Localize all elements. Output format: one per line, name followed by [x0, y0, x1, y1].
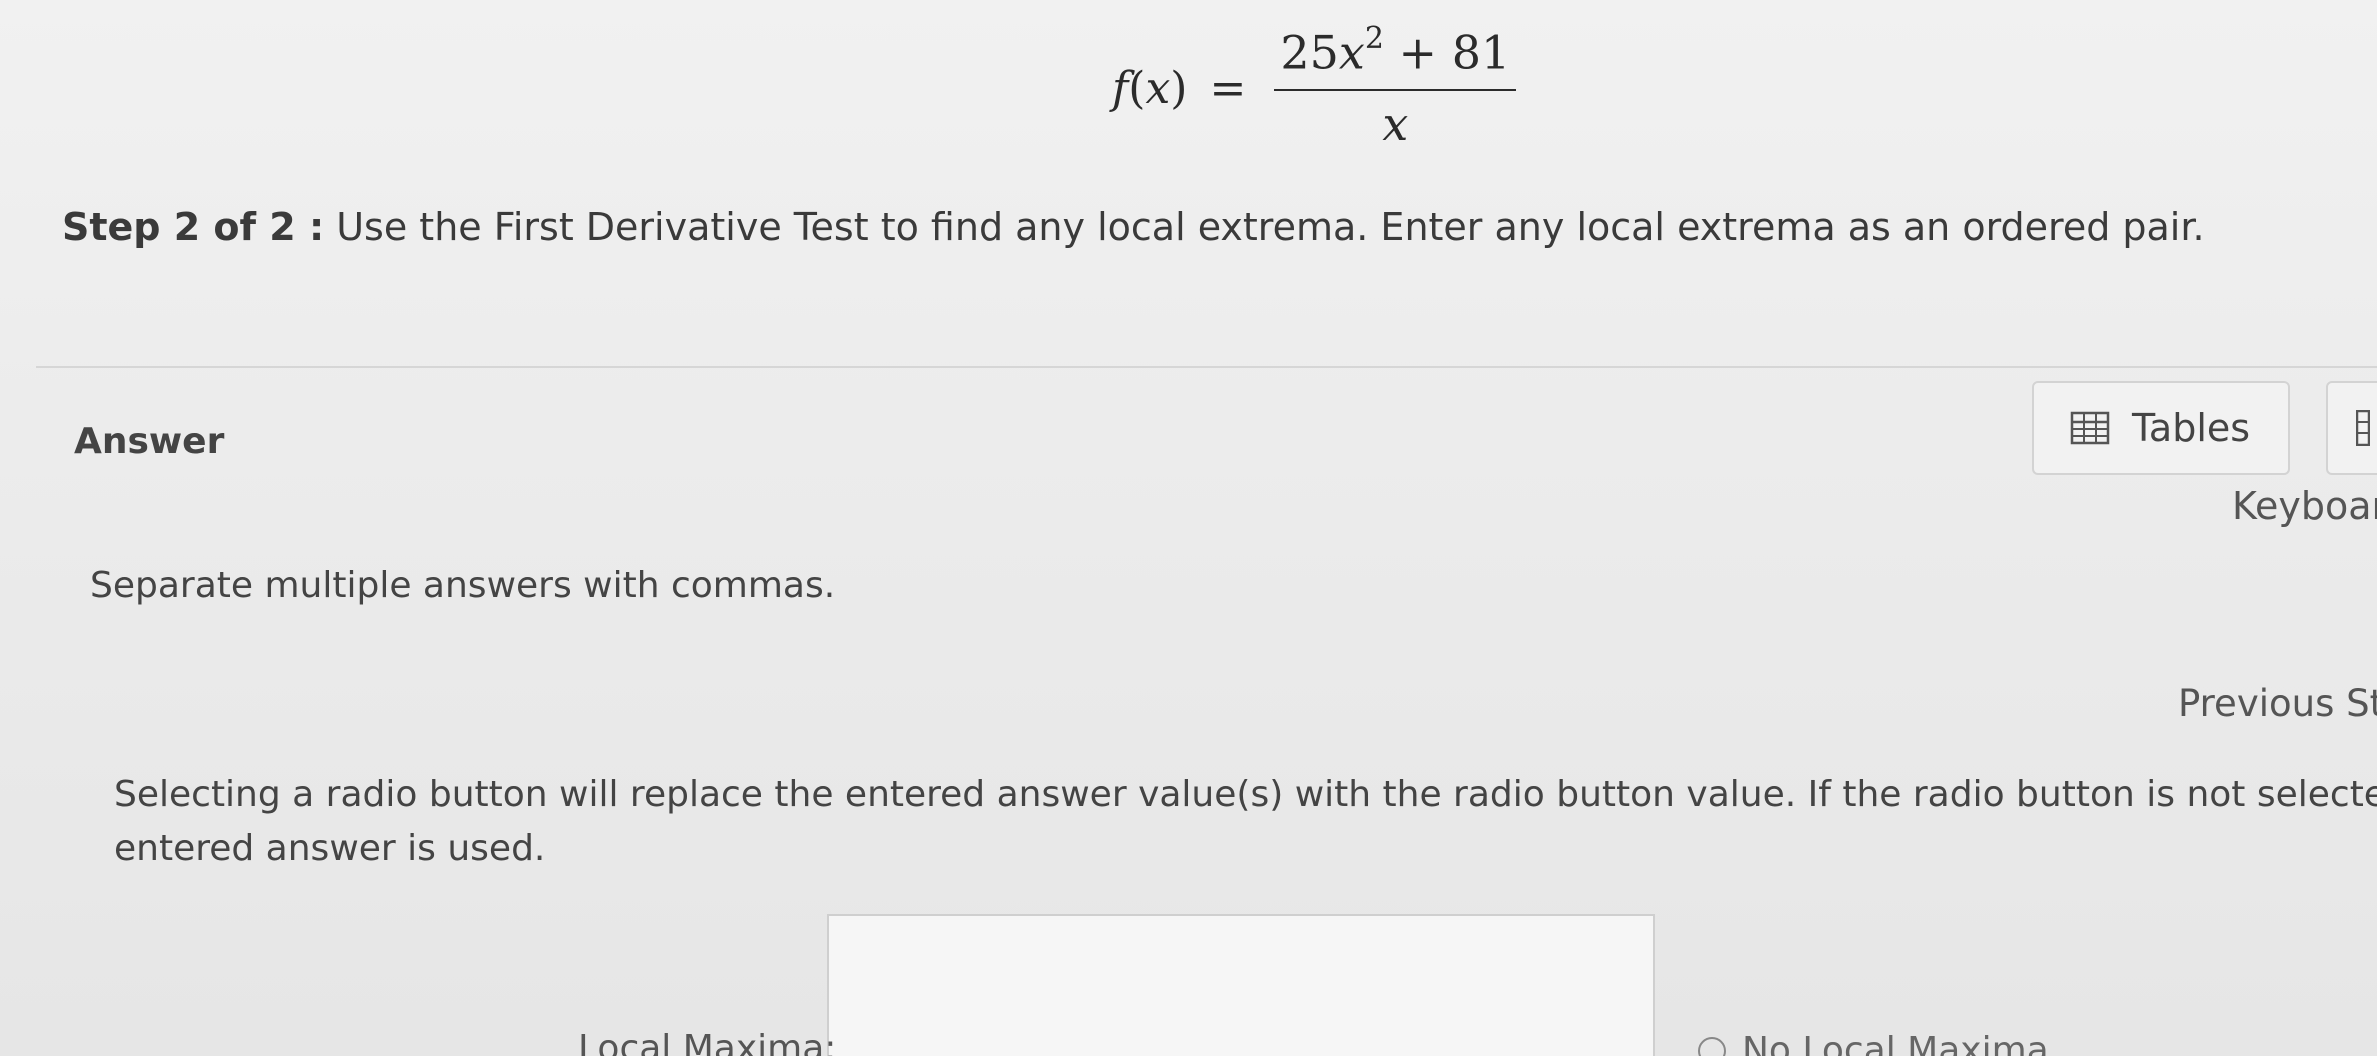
formula-denominator: x — [1382, 97, 1409, 152]
tables-button-label: Tables — [2132, 406, 2251, 450]
step-text: Use the First Derivative Test to find an… — [336, 205, 2205, 249]
local-maxima-input[interactable] — [827, 914, 1655, 1056]
page: f(x) = 25x2 + 81 x Step 2 of 2 : Use the… — [0, 0, 2377, 1056]
formula-paren-open: ( — [1128, 62, 1146, 114]
formula-lhs: f(x) — [1112, 63, 1187, 114]
answer-heading: Answer — [74, 421, 225, 462]
numerator-exponent: 2 — [1364, 20, 1384, 56]
function-formula: f(x) = 25x2 + 81 x — [1112, 18, 1517, 158]
no-local-maxima-label: No Local Maxima — [1742, 1030, 2049, 1056]
formula-function-name: f — [1112, 62, 1129, 114]
numerator-coefficient: 25 — [1280, 25, 1339, 80]
separate-answers-hint: Separate multiple answers with commas. — [90, 565, 836, 606]
radio-note-line-2: entered answer is used. — [114, 828, 546, 869]
radio-button-note: Selecting a radio button will replace th… — [114, 768, 2377, 876]
step-label: Step 2 of 2 : — [62, 205, 325, 249]
no-local-maxima-radio[interactable]: No Local Maxima — [1698, 1030, 2049, 1056]
table-grid-icon — [2070, 411, 2110, 445]
radio-unselected-icon[interactable] — [1698, 1036, 1726, 1056]
step-instruction: Step 2 of 2 : Use the First Derivative T… — [62, 205, 2205, 249]
formula-equals: = — [1209, 62, 1247, 114]
section-divider — [36, 366, 2377, 368]
formula-variable: x — [1145, 62, 1171, 114]
tables-button[interactable]: Tables — [2032, 381, 2290, 475]
formula-fraction: 25x2 + 81 x — [1274, 21, 1517, 152]
keyboard-icon — [2356, 410, 2370, 446]
radio-note-line-1: Selecting a radio button will replace th… — [114, 774, 2377, 815]
local-maxima-label: Local Maxima: — [578, 1028, 837, 1056]
formula-numerator: 25x2 + 81 — [1274, 21, 1517, 92]
keyboard-label[interactable]: Keyboard — [2232, 484, 2377, 528]
keyboard-button[interactable] — [2326, 381, 2377, 475]
numerator-variable: x — [1338, 25, 1365, 80]
numerator-constant: + 81 — [1383, 25, 1511, 80]
formula-paren-close: ) — [1170, 62, 1188, 114]
previous-step-answers-link[interactable]: Previous Step Answers — [2178, 682, 2377, 725]
